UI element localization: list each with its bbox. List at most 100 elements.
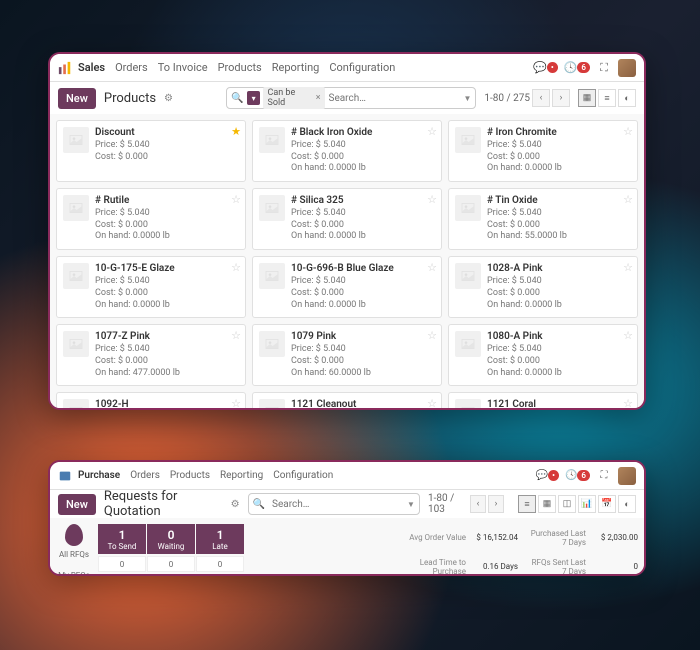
product-card[interactable]: # RutilePrice: $ 5.040Cost: $ 0.000On ha… bbox=[56, 188, 246, 250]
fullscreen-icon[interactable]: ⛶ bbox=[596, 60, 612, 76]
activity-view-button[interactable]: ◐ bbox=[618, 495, 636, 513]
rfq-mini: 0 bbox=[196, 556, 244, 572]
product-thumb bbox=[63, 195, 89, 221]
list-view-button[interactable]: ≡ bbox=[518, 495, 536, 513]
favorite-star-icon[interactable]: ☆ bbox=[623, 125, 633, 138]
favorite-star-icon[interactable]: ☆ bbox=[231, 397, 241, 408]
activity-icon[interactable]: 🕓6 bbox=[564, 61, 590, 74]
rfq-tile[interactable]: 0Waiting bbox=[147, 524, 195, 554]
pivot-view-button[interactable]: ◫ bbox=[558, 495, 576, 513]
rfq-tile[interactable]: 1Late bbox=[196, 524, 244, 554]
nav-configuration[interactable]: Configuration bbox=[273, 470, 333, 481]
chat-icon[interactable]: 💬• bbox=[533, 61, 558, 74]
activity-icon[interactable]: 🕓6 bbox=[565, 470, 590, 481]
favorite-star-icon[interactable]: ☆ bbox=[427, 125, 437, 138]
product-thumb bbox=[455, 195, 481, 221]
product-card[interactable]: 1080-A PinkPrice: $ 5.040Cost: $ 0.000On… bbox=[448, 324, 638, 386]
rfq-mini: 0 bbox=[147, 556, 195, 572]
search-dropdown-icon[interactable]: ▼ bbox=[407, 500, 415, 509]
product-name: 1092-H bbox=[95, 399, 239, 408]
favorite-star-icon[interactable]: ☆ bbox=[427, 397, 437, 408]
kanban-view-button[interactable]: ▦ bbox=[578, 89, 596, 107]
nav-reporting[interactable]: Reporting bbox=[220, 470, 263, 481]
kanban-view-button[interactable]: ▦ bbox=[538, 495, 556, 513]
product-thumb bbox=[259, 127, 285, 153]
favorite-star-icon[interactable]: ☆ bbox=[623, 329, 633, 342]
product-card[interactable]: 1121 Cleanout☆ bbox=[252, 392, 442, 408]
nav-to-invoice[interactable]: To Invoice bbox=[158, 61, 208, 74]
search-input[interactable]: 🔍 ▾ Can be Sold× ▼ bbox=[226, 87, 476, 109]
product-card[interactable]: 1092-H☆ bbox=[56, 392, 246, 408]
product-thumb bbox=[63, 263, 89, 289]
tab-all-rfqs[interactable]: All RFQs bbox=[56, 550, 92, 559]
filter-chip[interactable]: Can be Sold× bbox=[263, 87, 324, 109]
nav-reporting[interactable]: Reporting bbox=[272, 61, 320, 74]
product-card[interactable]: DiscountPrice: $ 5.040Cost: $ 0.000★ bbox=[56, 120, 246, 182]
search-dropdown-icon[interactable]: ▼ bbox=[464, 94, 472, 103]
calendar-view-button[interactable]: 📅 bbox=[598, 495, 616, 513]
favorite-star-icon[interactable]: ☆ bbox=[231, 193, 241, 206]
favorite-star-icon[interactable]: ★ bbox=[231, 125, 241, 138]
nav-configuration[interactable]: Configuration bbox=[329, 61, 395, 74]
favorite-star-icon[interactable]: ☆ bbox=[427, 193, 437, 206]
favorite-star-icon[interactable]: ☆ bbox=[231, 261, 241, 274]
nav-products[interactable]: Products bbox=[218, 61, 262, 74]
product-card[interactable]: 1028-A PinkPrice: $ 5.040Cost: $ 0.000On… bbox=[448, 256, 638, 318]
search-field[interactable] bbox=[272, 499, 405, 510]
stat-sent-value: 0 bbox=[594, 562, 638, 571]
search-field[interactable] bbox=[329, 93, 462, 104]
favorite-star-icon[interactable]: ☆ bbox=[623, 261, 633, 274]
favorite-star-icon[interactable]: ☆ bbox=[623, 397, 633, 408]
pager: 1-80 / 103 ‹ › bbox=[428, 493, 504, 515]
search-icon: 🔍 bbox=[253, 499, 265, 510]
new-button[interactable]: New bbox=[58, 88, 96, 109]
product-thumb bbox=[63, 399, 89, 408]
sales-window: Sales Orders To Invoice Products Reporti… bbox=[48, 52, 646, 410]
product-card[interactable]: # Black Iron OxidePrice: $ 5.040Cost: $ … bbox=[252, 120, 442, 182]
product-thumb bbox=[259, 263, 285, 289]
list-view-button[interactable]: ≡ bbox=[598, 89, 616, 107]
pager: 1-80 / 275 ‹ › bbox=[484, 89, 570, 107]
nav-products[interactable]: Products bbox=[170, 470, 210, 481]
product-cost: Cost: $ 0.000 bbox=[291, 356, 435, 368]
rfq-tile[interactable]: 1To Send bbox=[98, 524, 146, 554]
favorite-star-icon[interactable]: ☆ bbox=[231, 329, 241, 342]
product-card[interactable]: 10-G-175-E GlazePrice: $ 5.040Cost: $ 0.… bbox=[56, 256, 246, 318]
product-cost: Cost: $ 0.000 bbox=[95, 220, 239, 232]
activity-badge: 6 bbox=[577, 62, 590, 73]
nav-orders[interactable]: Orders bbox=[130, 470, 160, 481]
product-card[interactable]: 10-G-696-B Blue GlazePrice: $ 5.040Cost:… bbox=[252, 256, 442, 318]
gear-icon[interactable]: ⚙ bbox=[164, 93, 173, 104]
product-onhand: On hand: 0.0000 lb bbox=[487, 163, 631, 175]
product-card[interactable]: # Iron ChromitePrice: $ 5.040Cost: $ 0.0… bbox=[448, 120, 638, 182]
product-card[interactable]: # Tin OxidePrice: $ 5.040Cost: $ 0.000On… bbox=[448, 188, 638, 250]
prev-page-button[interactable]: ‹ bbox=[470, 495, 486, 513]
product-cost: Cost: $ 0.000 bbox=[291, 288, 435, 300]
chat-icon[interactable]: 💬• bbox=[536, 470, 559, 481]
avatar[interactable] bbox=[618, 467, 636, 485]
chip-remove-icon[interactable]: × bbox=[316, 93, 321, 103]
product-card[interactable]: 1121 Coral☆ bbox=[448, 392, 638, 408]
new-button[interactable]: New bbox=[58, 494, 96, 515]
favorite-star-icon[interactable]: ☆ bbox=[623, 193, 633, 206]
prev-page-button[interactable]: ‹ bbox=[532, 89, 550, 107]
favorite-star-icon[interactable]: ☆ bbox=[427, 261, 437, 274]
product-thumb bbox=[455, 263, 481, 289]
search-input[interactable]: 🔍 ▼ bbox=[248, 493, 420, 515]
rfq-mini: 0 bbox=[98, 556, 146, 572]
nav-orders[interactable]: Orders bbox=[115, 61, 148, 74]
avatar[interactable] bbox=[618, 59, 636, 77]
activity-view-button[interactable]: ◐ bbox=[618, 89, 636, 107]
product-cost: Cost: $ 0.000 bbox=[95, 356, 239, 368]
product-price: Price: $ 5.040 bbox=[95, 344, 239, 356]
fullscreen-icon[interactable]: ⛶ bbox=[596, 468, 612, 484]
next-page-button[interactable]: › bbox=[488, 495, 504, 513]
product-card[interactable]: # Silica 325Price: $ 5.040Cost: $ 0.000O… bbox=[252, 188, 442, 250]
graph-view-button[interactable]: 📊 bbox=[578, 495, 596, 513]
next-page-button[interactable]: › bbox=[552, 89, 570, 107]
favorite-star-icon[interactable]: ☆ bbox=[427, 329, 437, 342]
product-card[interactable]: 1079 PinkPrice: $ 5.040Cost: $ 0.000On h… bbox=[252, 324, 442, 386]
tab-my-rfqs[interactable]: My RFQs bbox=[56, 571, 92, 576]
product-card[interactable]: 1077-Z PinkPrice: $ 5.040Cost: $ 0.000On… bbox=[56, 324, 246, 386]
gear-icon[interactable]: ⚙ bbox=[231, 499, 240, 510]
